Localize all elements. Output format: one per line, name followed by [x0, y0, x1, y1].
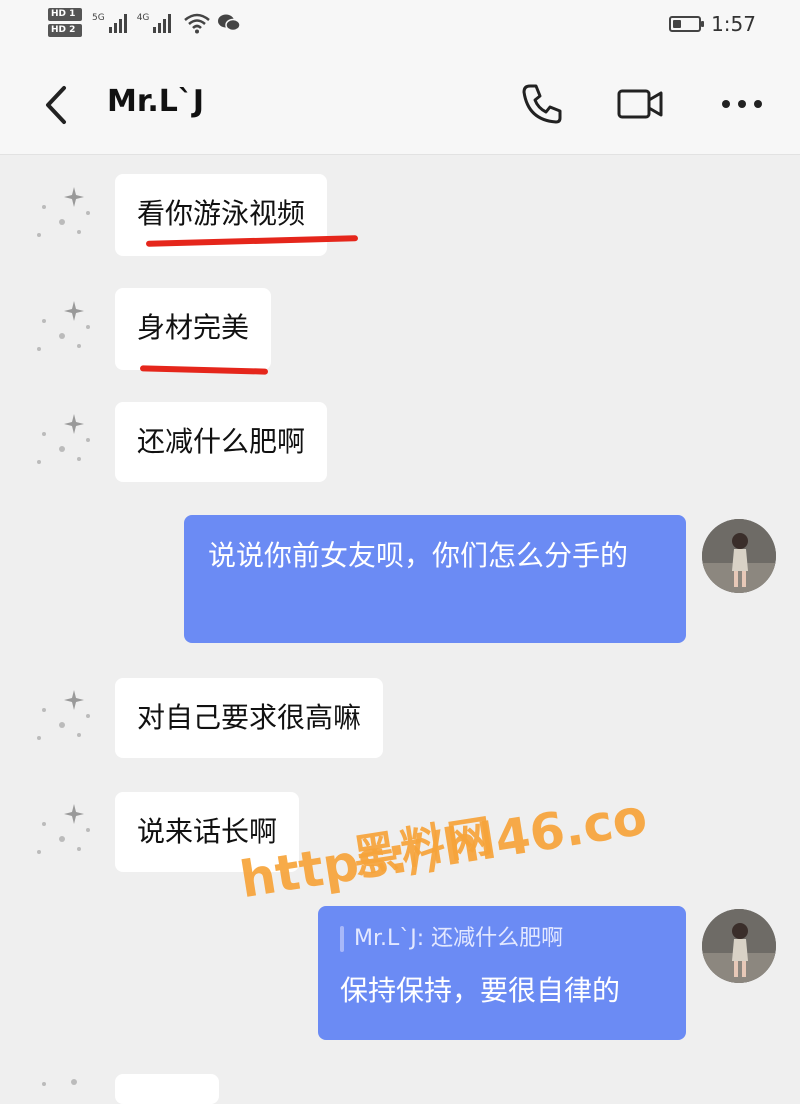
wechat-icon: [218, 14, 242, 31]
quote-bar: [340, 926, 344, 952]
contact-avatar[interactable]: [24, 794, 100, 870]
user-photo-icon: [702, 519, 776, 593]
message-bubble-sent[interactable]: 说说你前女友呗，你们怎么分手的: [184, 515, 686, 643]
user-avatar[interactable]: [702, 909, 776, 983]
chat-header: Mr.L`J: [0, 56, 800, 155]
quoted-reply: Mr.L`J: 还减什么肥啊: [340, 922, 664, 956]
back-chevron-icon[interactable]: [36, 82, 76, 128]
contact-avatar[interactable]: [24, 404, 100, 480]
contact-avatar[interactable]: [24, 291, 100, 367]
status-right: 1:57: [669, 12, 756, 36]
clock: 1:57: [711, 12, 756, 36]
contact-avatar[interactable]: [24, 177, 100, 253]
message-text: 保持保持，要很自律的: [340, 974, 621, 1007]
message-bubble-sent[interactable]: Mr.L`J: 还减什么肥啊 保持保持，要很自律的: [318, 906, 686, 1040]
contact-avatar[interactable]: [24, 1076, 100, 1090]
sim1-badge: HD 1: [48, 8, 82, 21]
status-bar: HD 1 HD 2 5G 4G 1:57: [0, 0, 800, 56]
contact-name: Mr.L`J: [107, 84, 205, 119]
contact-avatar[interactable]: [24, 680, 100, 756]
net2-label: 4G: [136, 12, 150, 23]
status-left: HD 1 HD 2 5G 4G: [48, 8, 242, 37]
phone-icon[interactable]: [516, 78, 568, 130]
user-photo-icon: [702, 909, 776, 983]
message-bubble-received[interactable]: 对自己要求很高嘛: [115, 678, 384, 758]
wifi-icon: [184, 13, 211, 33]
signal-4g-icon: 4G: [137, 13, 172, 33]
sim2-badge: HD 2: [48, 24, 82, 37]
signal-5g-icon: 5G: [92, 13, 127, 33]
message-bubble-received-partial[interactable]: [115, 1074, 219, 1104]
net1-label: 5G: [92, 12, 105, 23]
battery-icon: [669, 16, 705, 32]
message-bubble-received[interactable]: 还减什么肥啊: [115, 402, 328, 482]
sim-indicators: HD 1 HD 2: [48, 8, 82, 37]
message-bubble-received[interactable]: 身材完美: [115, 288, 272, 370]
video-call-icon[interactable]: [614, 78, 666, 130]
user-avatar[interactable]: [702, 519, 776, 593]
more-icon[interactable]: [716, 78, 768, 130]
quoted-text: Mr.L`J: 还减什么肥啊: [354, 926, 564, 951]
